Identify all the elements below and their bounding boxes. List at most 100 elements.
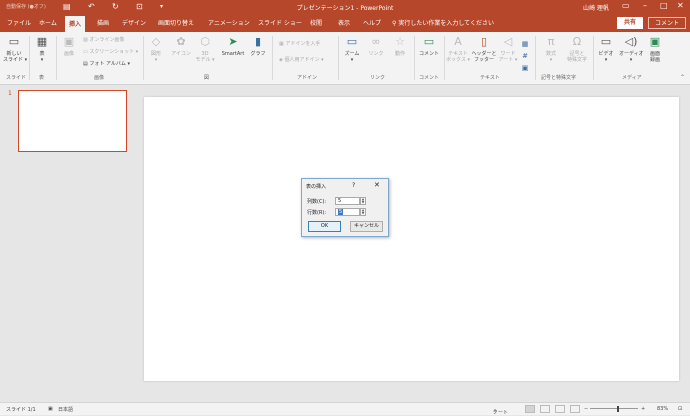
zoom-button[interactable]: ▭ ズーム ▾ [341,35,363,63]
language-indicator[interactable]: 日本語 [58,406,73,413]
tab-draw[interactable]: 描画 [97,18,109,27]
pi-icon: π [547,35,555,48]
slide-canvas[interactable] [144,97,679,381]
rows-label: 行数(R): [307,210,327,216]
photo-album-button[interactable]: ▤ フォト アルバム ▾ [83,60,130,67]
new-slide-button[interactable]: ▭ 新しい スライド ▾ [3,35,27,63]
object-icon: ▣ [521,64,529,72]
columns-spinner[interactable]: ▲ ▼ [360,197,366,205]
group-separator [593,36,594,80]
3d-models-button[interactable]: ⬡ 3D モデル ▾ [195,35,215,63]
tab-review[interactable]: 校閲 [310,18,322,27]
slide-number-button[interactable]: # [520,52,530,62]
symbol-button[interactable]: Ω 記号と 特殊文字 [564,35,590,63]
group-label-slides: スライド [6,75,27,81]
minimize-icon[interactable]: – [643,1,647,10]
close-icon[interactable]: ✕ [677,1,684,10]
rows-spinner[interactable]: ▲ ▼ [360,208,366,216]
shapes-button[interactable]: ◇ 図形 ▾ [147,35,165,63]
reading-view-button[interactable] [555,405,565,413]
ribbon-display-icon[interactable]: ▭ [622,1,630,10]
spelling-icon[interactable]: ▣ [48,406,53,412]
speaker-icon: ◁) [624,35,638,48]
video-button[interactable]: ▭ ビデオ ▾ [596,35,616,63]
zoom-slider[interactable] [590,408,638,409]
equation-button[interactable]: π 数式 ▾ [540,35,562,63]
collapse-ribbon-icon[interactable]: ⌃ [680,74,685,81]
slide-thumbnail[interactable] [18,90,127,152]
group-label-images: 画像 [94,75,105,81]
group-label-links: リンク [370,75,386,81]
zoom-slider-handle[interactable] [617,406,619,412]
tab-design[interactable]: デザイン [122,18,146,27]
menu-bar: ファイル ホーム 挿入 描画 デザイン 画面切り替え アニメーション スライド … [0,14,690,32]
new-comment-button[interactable]: ▭ コメント [417,35,441,57]
slide-number-icon: # [522,52,528,60]
group-separator [535,36,536,80]
new-slide-icon: ▭ [8,35,20,48]
wordart-icon: ◁ [503,35,513,48]
group-separator [56,36,57,80]
header-footer-button[interactable]: ▯ ヘッダーと フッター [471,35,497,63]
group-label-comments: コメント [419,75,440,81]
group-separator [272,36,273,80]
slideshow-view-button[interactable] [570,405,580,413]
get-addins-button[interactable]: ▦ アドインを入手 [279,40,320,47]
tab-view[interactable]: 表示 [338,18,350,27]
action-button[interactable]: ☆ 動作 [390,35,410,57]
icons-button[interactable]: ✿ アイコン [170,35,192,57]
table-button[interactable]: ▦ 表 ▾ [33,35,51,63]
tab-insert[interactable]: 挿入 [65,16,86,32]
group-label-media: メディア [622,75,642,81]
smartart-button[interactable]: ➤ SmartArt [218,35,248,57]
user-name[interactable]: 山崎 理帆 [583,3,609,12]
spin-down-icon[interactable]: ▼ [362,211,364,215]
screen-recording-button[interactable]: ▣ 画面 録画 [645,35,665,63]
tab-animations[interactable]: アニメーション [208,18,250,27]
zoom-out-icon[interactable]: − [584,406,588,412]
online-picture-button[interactable]: ▨ オンライン画像 [83,36,124,43]
cube-icon: ⬡ [200,35,210,48]
normal-view-button[interactable] [525,405,535,413]
share-button[interactable]: 共有 [617,17,643,29]
slide-thumbnail-pane: 1 [0,85,135,402]
audio-button[interactable]: ◁) オーディオ ▾ [619,35,644,63]
object-button[interactable]: ▣ [520,64,530,74]
columns-input[interactable]: 5 [335,197,360,205]
textbox-button[interactable]: A テキスト ボックス ▾ [446,35,470,63]
tab-transitions[interactable]: 画面切り替え [158,18,194,27]
link-button[interactable]: ∞ リンク [366,35,386,57]
date-time-button[interactable]: ▦ [520,40,530,50]
group-separator [444,36,445,80]
wordart-button[interactable]: ◁ ワード アート ▾ [498,35,518,63]
shapes-icon: ◇ [151,35,161,48]
zoom-level[interactable]: 83% [657,406,668,412]
columns-value: 5 [338,198,342,204]
tab-home[interactable]: ホーム [39,18,57,27]
tab-help[interactable]: ヘルプ [363,18,381,27]
screenshot-button[interactable]: ▭ スクリーンショット ▾ [83,48,138,55]
help-icon[interactable]: ? [352,182,355,189]
ok-button[interactable]: OK [308,221,341,232]
status-bar: スライド 1/1 ▣ 日本語 ≙ ノート − + 83% ⊡ [0,402,690,416]
picture-button[interactable]: ▣ 画像 [60,35,78,57]
title-bar: 自動保存 (●オフ) ▤ ↶ ↻ ⊡ ▾ プレゼンテーション1 - PowerP… [0,0,690,14]
fit-slide-icon[interactable]: ⊡ [678,406,682,412]
spin-down-icon[interactable]: ▼ [362,200,364,204]
rows-input[interactable]: 5 [335,208,360,216]
columns-label: 列数(C): [307,199,327,205]
search-box[interactable]: ⚲ 実行したい作業を入力してください [392,18,494,27]
ribbon-insert: ▭ 新しい スライド ▾ ▦ 表 ▾ ▣ 画像 ▨ オンライン画像 ▭ スクリーンショ… [0,32,690,85]
tab-slideshow[interactable]: スライド ショー [258,18,302,27]
picture-icon: ▣ [63,35,75,48]
my-addins-button[interactable]: ◈ 個人用アドイン ▾ [279,56,324,63]
tab-file[interactable]: ファイル [7,18,31,27]
restore-icon[interactable]: □ [660,1,668,10]
close-icon[interactable]: ✕ [374,181,380,189]
cancel-button[interactable]: キャンセル [350,221,383,232]
comment-button[interactable]: コメント [648,17,686,29]
chart-button[interactable]: ▮ グラフ [249,35,267,57]
screen-record-icon: ▣ [649,35,661,48]
zoom-in-icon[interactable]: + [641,406,645,412]
sorter-view-button[interactable] [540,405,550,413]
